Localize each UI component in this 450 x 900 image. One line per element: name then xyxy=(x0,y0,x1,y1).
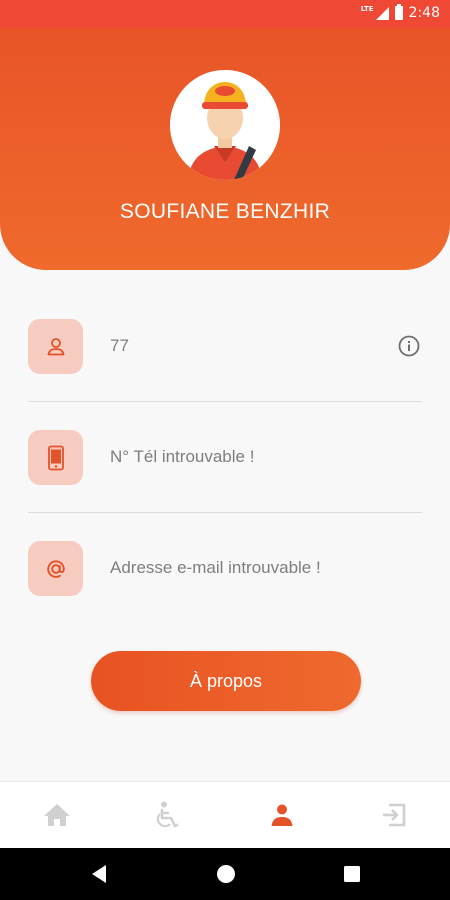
system-navigation-bar xyxy=(0,848,450,900)
divider xyxy=(28,512,422,513)
smartphone-icon xyxy=(47,445,64,470)
person-icon xyxy=(271,804,293,826)
network-type: LTE xyxy=(360,5,374,13)
phone-icon-box xyxy=(28,430,83,485)
about-button[interactable]: À propos xyxy=(91,651,361,711)
battery-icon xyxy=(394,4,403,20)
home-icon xyxy=(44,804,70,826)
back-button[interactable] xyxy=(91,864,107,889)
phone-row: N° Tél introuvable ! xyxy=(28,430,422,486)
nav-home[interactable] xyxy=(41,799,73,831)
user-icon xyxy=(47,337,64,355)
email-icon-box xyxy=(28,541,83,596)
profile-header: SOUFIANE BENZHIR xyxy=(0,28,450,270)
user-name: SOUFIANE BENZHIR xyxy=(119,200,331,223)
nav-profile[interactable] xyxy=(266,799,298,831)
wheelchair-icon xyxy=(156,801,179,828)
user-id-value: 77 xyxy=(110,336,129,355)
user-id-row: 77 xyxy=(28,319,422,375)
signal-icon xyxy=(375,6,389,20)
logout-icon xyxy=(383,803,406,827)
home-circle-icon xyxy=(217,865,235,883)
nav-logout[interactable] xyxy=(378,799,410,831)
phone-value: N° Tél introuvable ! xyxy=(110,447,255,466)
clock: 2:48 xyxy=(408,5,440,21)
email-row: Adresse e-mail introuvable ! xyxy=(28,541,422,597)
divider xyxy=(28,401,422,402)
delivery-person-icon xyxy=(170,70,280,180)
info-icon[interactable] xyxy=(398,335,420,357)
home-system-button[interactable] xyxy=(216,864,236,889)
at-sign-icon xyxy=(46,559,65,578)
status-icons: LTE 2:48 xyxy=(360,4,440,21)
recents-square-icon xyxy=(344,866,360,882)
recents-button[interactable] xyxy=(343,865,361,888)
user-icon-box xyxy=(28,319,83,374)
back-triangle-icon xyxy=(92,865,106,883)
email-value: Adresse e-mail introuvable ! xyxy=(110,558,321,577)
avatar xyxy=(170,70,280,180)
nav-accessibility[interactable] xyxy=(153,799,185,831)
status-bar: LTE 2:48 xyxy=(0,0,450,28)
bottom-navigation xyxy=(0,781,450,848)
